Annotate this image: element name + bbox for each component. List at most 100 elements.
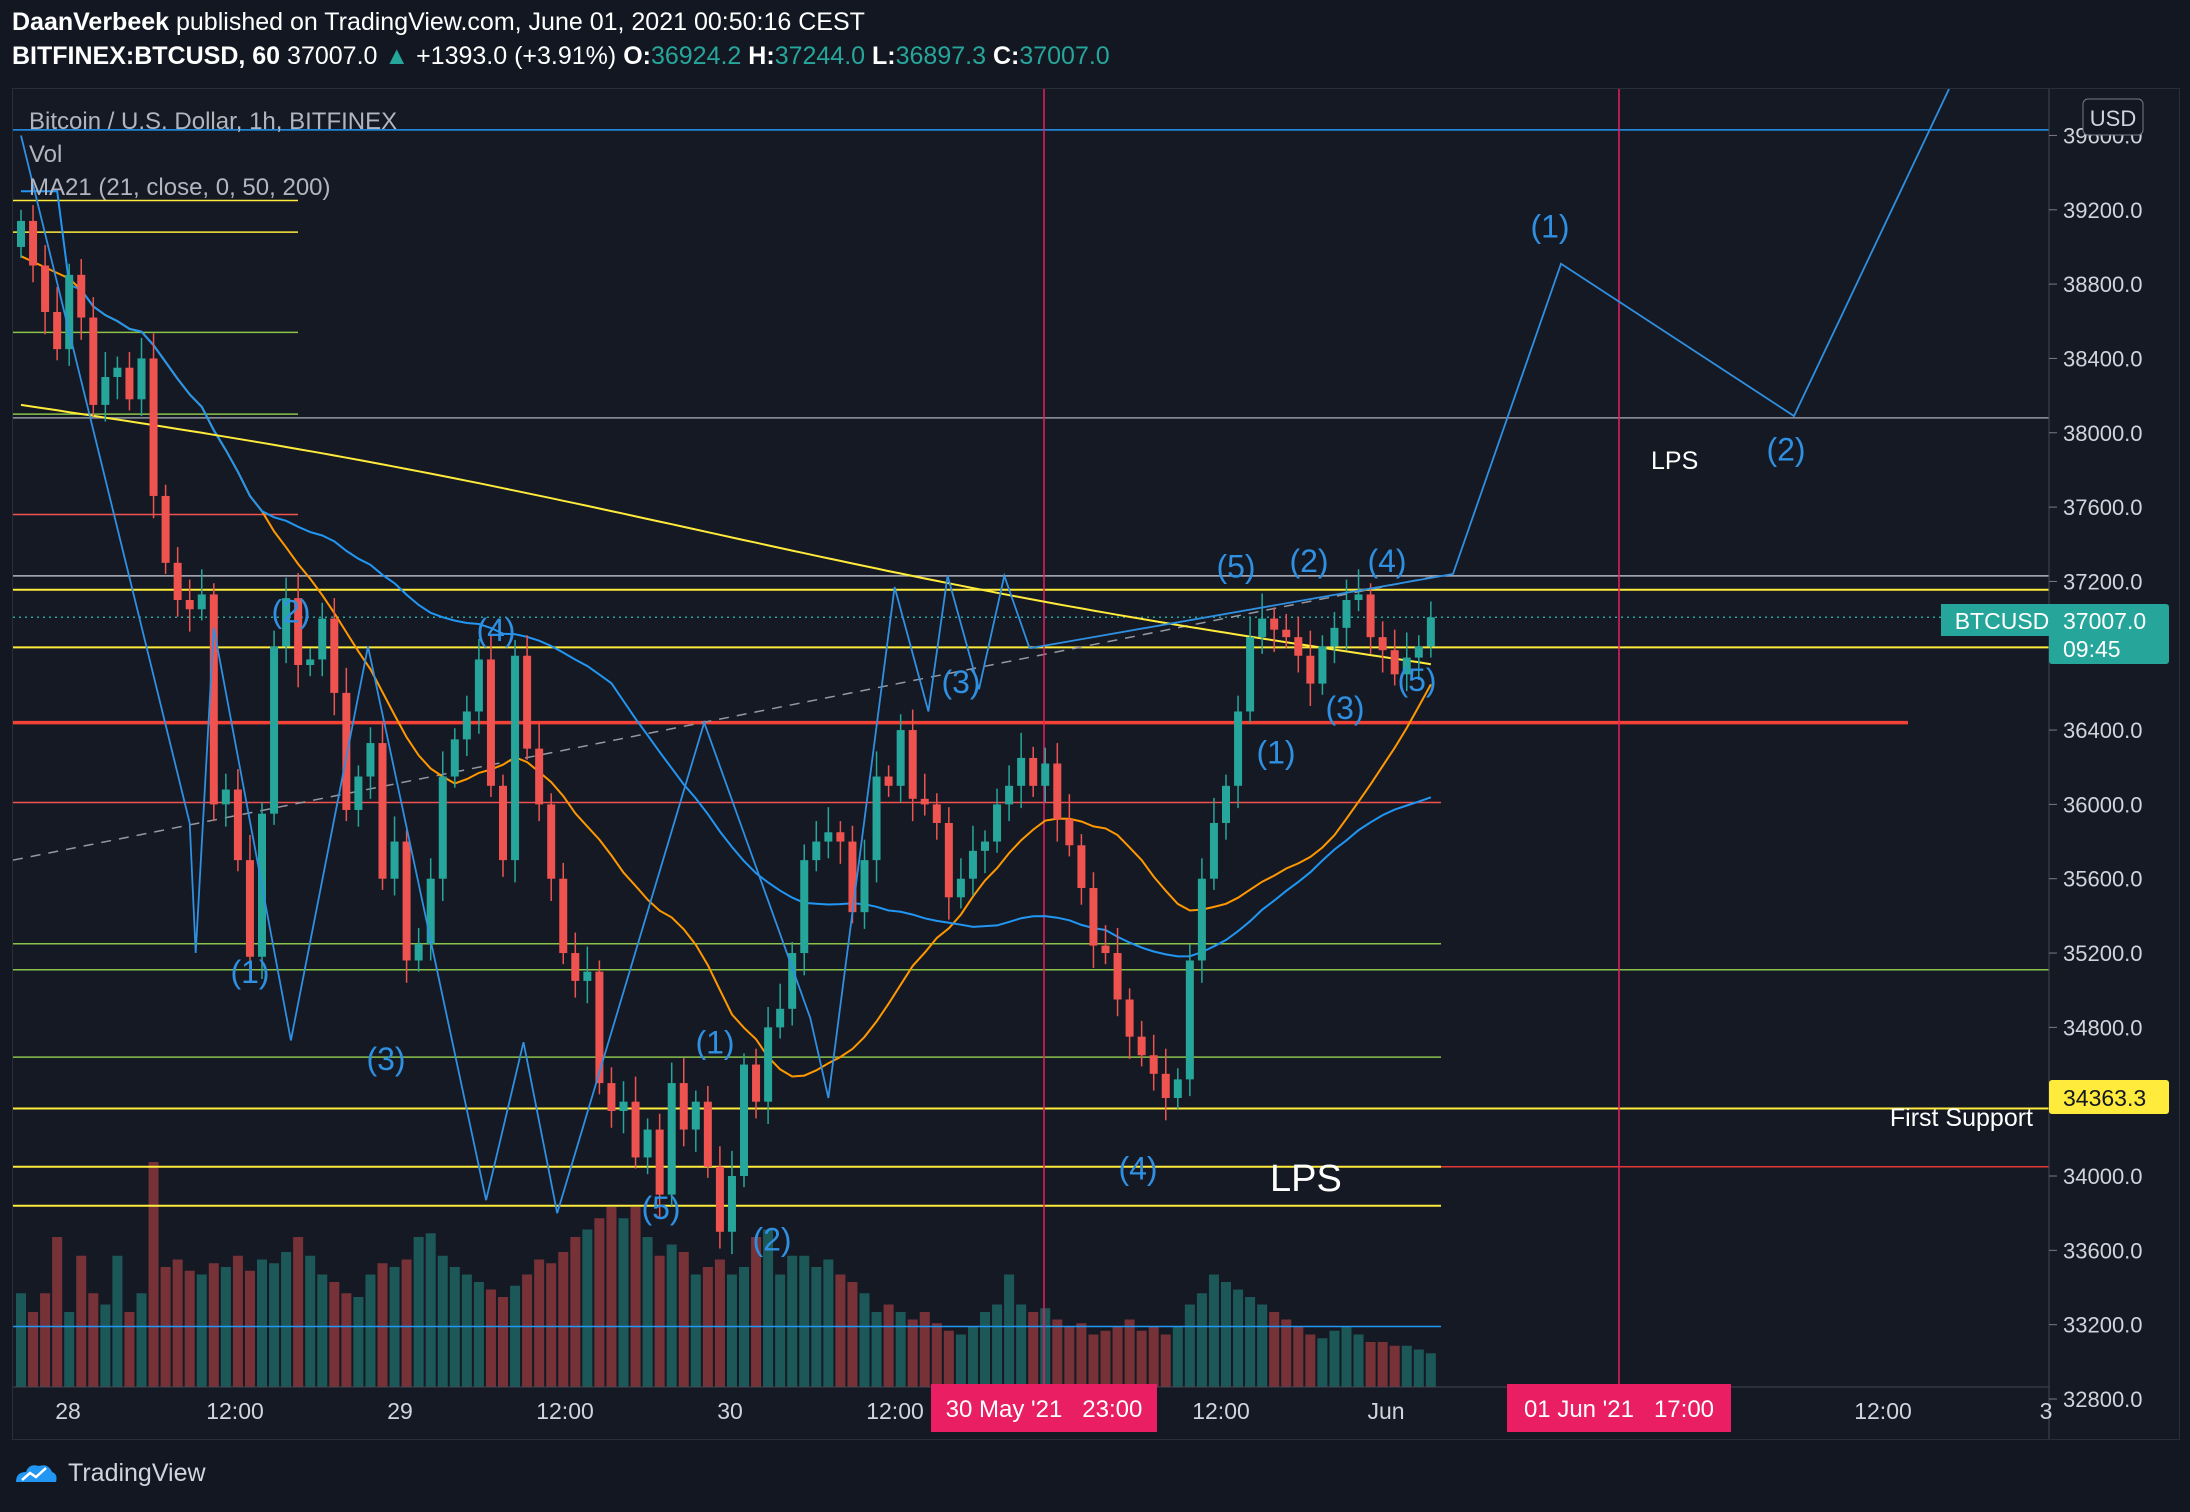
y-tick-label: 32800.0 [2063, 1387, 2143, 1412]
volume-bar [148, 1162, 159, 1387]
volume-bar [558, 1252, 569, 1387]
volume-bar [1317, 1338, 1328, 1387]
y-tick-label: 37200.0 [2063, 569, 2143, 594]
candle-body [1414, 646, 1423, 658]
candle-body [559, 878, 568, 954]
volume-bar [124, 1312, 135, 1387]
first-support-label: First Support [1890, 1104, 2033, 1132]
candle-body [366, 743, 375, 777]
volume-bar [1221, 1282, 1231, 1387]
candle-body [920, 798, 929, 805]
candle-body [993, 804, 1002, 842]
candle-body [1318, 646, 1327, 684]
volume-bar [823, 1259, 834, 1387]
y-tick-label: 37600.0 [2063, 495, 2143, 520]
candle-body [908, 730, 917, 799]
candle-body [956, 878, 965, 898]
candle-body [89, 317, 98, 405]
wave-label: (5) [1397, 662, 1436, 698]
candle-body [1125, 999, 1134, 1037]
axis-layer: 39600.039200.038800.038400.038000.037600… [13, 89, 2143, 1439]
volume-bar [28, 1312, 39, 1387]
volume-bar [317, 1274, 328, 1387]
candle-body [330, 618, 339, 693]
x-tick-label: 12:00 [866, 1398, 924, 1424]
volume-bar [196, 1274, 207, 1387]
volume-bar [666, 1244, 677, 1387]
candle-body [161, 495, 170, 563]
candle-body [607, 1083, 616, 1111]
candle-body [1282, 629, 1291, 638]
volume-bar [269, 1263, 280, 1387]
price-tag-value: 37007.0 [2063, 608, 2146, 634]
candle-body [378, 743, 387, 879]
volume-bar [293, 1237, 304, 1387]
candle-body [715, 1166, 724, 1232]
candle-body [679, 1083, 688, 1130]
volume-bar [1341, 1327, 1352, 1387]
candle-body [306, 659, 315, 666]
tradingview-logo-icon [16, 1465, 57, 1482]
volume-bar [859, 1293, 870, 1387]
wave-label: (3) [366, 1041, 405, 1077]
publish-text: published on TradingView.com, June 01, 2… [176, 8, 865, 36]
x-tick-label: Jun [1367, 1398, 1404, 1424]
volume-bar [76, 1255, 87, 1387]
open-label: O: [623, 42, 651, 70]
volume-bar [1040, 1308, 1051, 1387]
candle-body [643, 1129, 652, 1158]
legend-vol: Vol [29, 141, 62, 168]
volume-bar [594, 1218, 605, 1387]
candle-body [800, 860, 809, 954]
candle-body [1294, 637, 1303, 656]
candle-body [968, 850, 977, 879]
candle-body [1029, 757, 1038, 786]
volume-bar [1052, 1319, 1063, 1387]
wave-label: (2) [271, 593, 310, 629]
volume-bar [232, 1255, 243, 1387]
low-value: 36897.3 [895, 42, 986, 70]
candle-body [426, 878, 435, 944]
x-tick-label: 28 [55, 1398, 81, 1424]
candle-body [691, 1101, 700, 1130]
candle-body [1137, 1036, 1146, 1056]
wave-label: (1) [1256, 735, 1295, 771]
candle-body [77, 274, 86, 318]
candle-body [896, 730, 905, 786]
candle-body [414, 943, 423, 961]
candle-body [390, 841, 399, 879]
volume-bar [1413, 1349, 1424, 1387]
wave-label: (5) [1216, 549, 1255, 585]
volume-bar [1377, 1342, 1388, 1387]
candle-body [53, 311, 62, 350]
date-badge-2-text: 01 Jun '21 17:00 [1524, 1396, 1714, 1423]
candle-body [342, 692, 351, 810]
volume-bar [967, 1327, 978, 1387]
candle-body [486, 659, 495, 786]
candle-body [523, 655, 532, 749]
candle-body [1246, 637, 1255, 712]
candle-body [474, 659, 483, 712]
volume-bar [919, 1312, 930, 1387]
candle-body [1306, 655, 1315, 684]
volume-layer [16, 1162, 1436, 1387]
candle-body [1366, 594, 1375, 638]
close-value: 37007.0 [1019, 42, 1110, 70]
candle-body [836, 832, 845, 842]
candle-body [149, 358, 158, 496]
candle-body [511, 655, 520, 861]
volume-bar [799, 1255, 810, 1387]
candle-body [462, 711, 471, 740]
candle-body [944, 822, 953, 898]
candle-body [402, 841, 411, 961]
volume-bar [1076, 1323, 1087, 1387]
chart-svg[interactable]: (1) (2) (3) (4) (5) (1) (2) (3) (4) (5) (2) (4) (1) (… [13, 89, 2179, 1439]
candle-body [1053, 763, 1062, 820]
x-tick-label: 12:00 [1192, 1398, 1250, 1424]
volume-bar [534, 1259, 545, 1387]
chart-pane[interactable]: (1) (2) (3) (4) (5) (1) (2) (3) (4) (5) (2) (4) (1) (… [12, 88, 2180, 1440]
footer: TradingView [12, 1458, 206, 1488]
volume-bar [1184, 1304, 1195, 1387]
volume-bar [510, 1285, 521, 1387]
y-tick-label: 38400.0 [2063, 346, 2143, 371]
